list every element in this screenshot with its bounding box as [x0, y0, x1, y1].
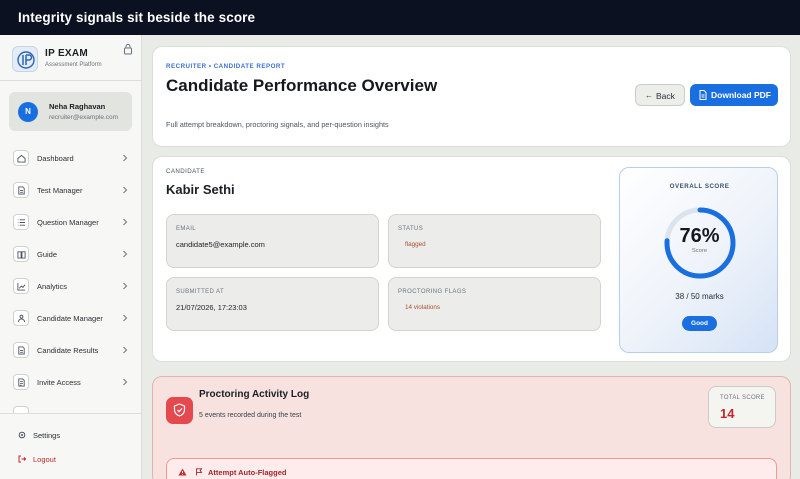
shield-icon	[166, 397, 193, 424]
sidebar-item-label: Invite Access	[37, 378, 81, 387]
sidebar: IP EXAM Assessment Platform N Neha Ragha…	[0, 35, 142, 479]
sidebar-item-label: Test Manager	[37, 186, 83, 195]
lock-icon[interactable]	[123, 43, 133, 55]
list-icon	[13, 214, 29, 230]
download-pdf-button[interactable]: Download PDF	[690, 84, 778, 106]
user-name: Neha Raghavan	[49, 102, 106, 111]
total-score-box: TOTAL SCORE 14	[708, 386, 776, 428]
avatar: N	[18, 102, 38, 122]
chevron-right-icon	[123, 154, 128, 162]
sidebar-item-candidate-manager[interactable]: Candidate Manager	[9, 305, 134, 331]
total-score-value: 14	[720, 406, 735, 421]
email-value: candidate5@example.com	[176, 240, 265, 249]
warning-icon	[178, 468, 187, 476]
users-icon	[13, 310, 29, 326]
book-icon	[13, 246, 29, 262]
flags-label: PROCTORING FLAGS	[398, 289, 467, 295]
auto-flagged-title: Attempt Auto-Flagged	[208, 468, 287, 477]
chart-icon	[13, 278, 29, 294]
brand[interactable]: IP EXAM Assessment Platform	[12, 46, 134, 74]
invite-icon	[13, 374, 29, 390]
breadcrumb: RECRUITER • CANDIDATE REPORT	[166, 63, 286, 70]
gear-icon	[18, 431, 26, 439]
divider	[0, 80, 141, 81]
candidate-name: Kabir Sethi	[166, 182, 235, 197]
flags-value: 14 violations	[405, 304, 441, 311]
submitted-box: SUBMITTED AT 21/07/2026, 17:23:03	[166, 277, 379, 331]
logo-icon	[12, 46, 38, 72]
chevron-right-icon	[123, 314, 128, 322]
status-badge: flagged	[405, 241, 426, 248]
main-content: RECRUITER • CANDIDATE REPORT Candidate P…	[143, 35, 800, 479]
candidate-section-label: CANDIDATE	[166, 168, 205, 175]
auto-flagged-alert[interactable]: Attempt Auto-Flagged	[166, 458, 777, 479]
flag-icon	[196, 468, 203, 476]
chevron-right-icon	[123, 186, 128, 194]
brand-name: IP EXAM	[45, 48, 89, 59]
total-score-label: TOTAL SCORE	[720, 395, 765, 401]
sidebar-item-label: Question Manager	[37, 218, 99, 227]
back-label: Back	[656, 91, 675, 101]
proctoring-log-card: Proctoring Activity Log 5 events recorde…	[152, 376, 791, 479]
sidebar-item-label: Candidate Manager	[37, 314, 103, 323]
candidate-card: CANDIDATE Kabir Sethi EMAIL candidate5@e…	[152, 156, 791, 362]
document-icon	[13, 182, 29, 198]
user-card[interactable]: N Neha Raghavan recruiter@example.com	[9, 92, 132, 131]
sidebar-item-analytics[interactable]: Analytics	[9, 273, 134, 299]
score-marks: 38 / 50 marks	[675, 292, 724, 301]
sidebar-item-label: Dashboard	[37, 154, 74, 163]
download-pdf-label: Download PDF	[711, 90, 771, 100]
sidebar-item-label: Guide	[37, 250, 58, 259]
sidebar-item-label: Candidate Results	[37, 346, 99, 355]
sidebar-item-label: Analytics	[37, 282, 68, 291]
user-email: recruiter@example.com	[49, 114, 119, 121]
email-box: EMAIL candidate5@example.com	[166, 214, 379, 268]
report-header: RECRUITER • CANDIDATE REPORT Candidate P…	[152, 46, 791, 147]
score-sub: Score	[691, 248, 708, 254]
email-label: EMAIL	[176, 226, 197, 232]
status-label: STATUS	[398, 226, 424, 232]
sidebar-item-guide[interactable]: Guide	[9, 241, 134, 267]
overall-score-card: OVERALL SCORE 76% Score 38 / 50 marks Go…	[619, 167, 778, 353]
log-title: Proctoring Activity Log	[199, 389, 310, 400]
submitted-value: 21/07/2026, 17:23:03	[176, 303, 247, 312]
sidebar-footer: Settings Logout	[0, 413, 141, 479]
logout-icon	[18, 455, 26, 463]
chevron-right-icon	[123, 346, 128, 354]
sidebar-item-test-manager[interactable]: Test Manager	[9, 177, 134, 203]
sidebar-item-candidate-results[interactable]: Candidate Results	[9, 337, 134, 363]
score-percent: 76%	[679, 225, 720, 247]
page-description: Full attempt breakdown, proctoring signa…	[166, 120, 389, 129]
sidebar-item-dashboard[interactable]: Dashboard	[9, 145, 134, 171]
log-subtitle: 5 events recorded during the test	[199, 412, 302, 419]
logout-label: Logout	[33, 455, 56, 464]
status-box: STATUS flagged	[388, 214, 601, 268]
chevron-right-icon	[123, 250, 128, 258]
chevron-right-icon	[123, 378, 128, 386]
sidebar-item-invite-access[interactable]: Invite Access	[9, 369, 134, 395]
sidebar-item-question-manager[interactable]: Question Manager	[9, 209, 134, 235]
submitted-label: SUBMITTED AT	[176, 289, 225, 295]
score-badge: Good	[682, 316, 717, 331]
brand-subtitle: Assessment Platform	[45, 62, 102, 68]
back-button[interactable]: ← Back	[635, 84, 685, 106]
arrow-left-icon: ←	[645, 91, 653, 100]
settings-label: Settings	[33, 431, 61, 440]
score-label: OVERALL SCORE	[669, 183, 730, 190]
document-icon	[13, 342, 29, 358]
proctoring-flags-box: PROCTORING FLAGS 14 violations	[388, 277, 601, 331]
chevron-right-icon	[123, 218, 128, 226]
home-icon	[13, 150, 29, 166]
chevron-right-icon	[123, 282, 128, 290]
caption-banner: Integrity signals sit beside the score	[0, 0, 800, 35]
page-title: Candidate Performance Overview	[166, 76, 438, 95]
file-icon	[699, 90, 707, 100]
